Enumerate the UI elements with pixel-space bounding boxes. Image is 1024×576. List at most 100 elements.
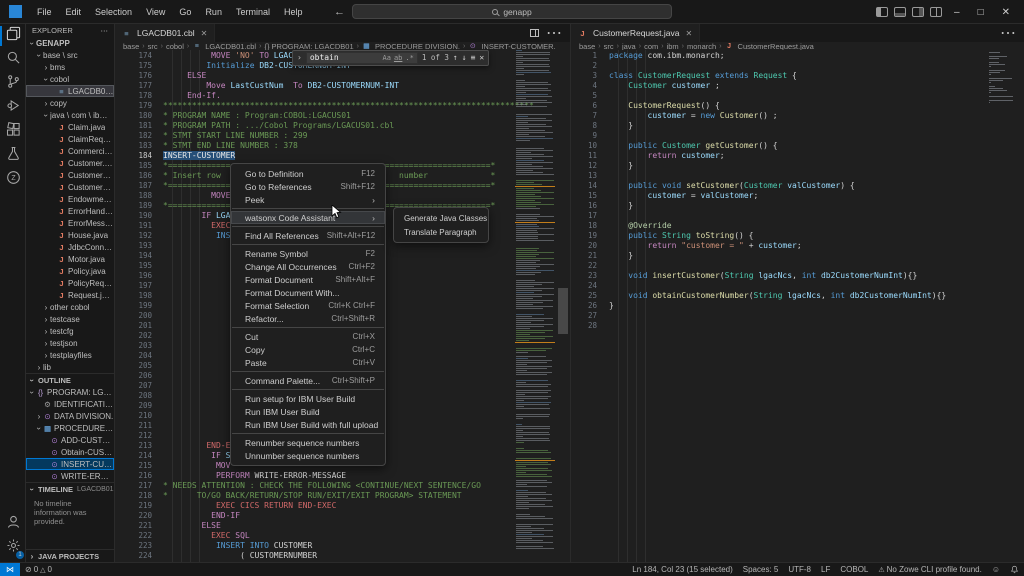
code-editor-java[interactable]: 1package com.ibm.monarch;23class Custome…	[571, 50, 1024, 562]
outline-item-add-customer[interactable]: ⊙ADD-CUSTOMER.	[26, 434, 114, 446]
tree-item-commercial-java[interactable]: JCommercial.java	[26, 145, 114, 157]
tree-item-errormessage-java[interactable]: JErrorMessage.java	[26, 217, 114, 229]
breadcrumb-item[interactable]: monarch	[687, 42, 716, 50]
regex-icon[interactable]: .*	[405, 53, 413, 63]
window-maximize-button[interactable]: □	[972, 7, 990, 18]
find-next-icon[interactable]: ↓	[462, 53, 467, 63]
breadcrumb-item[interactable]: ⊙INSERT-CUSTOMER.	[468, 42, 555, 50]
tree-item-policy-java[interactable]: JPolicy.java	[26, 265, 114, 277]
menu-selection[interactable]: Selection	[88, 4, 139, 20]
breadcrumb-item[interactable]: base	[579, 42, 595, 50]
status-cobol[interactable]: COBOL	[835, 565, 873, 574]
editor-more-actions-icon[interactable]: ⋯	[1000, 24, 1016, 43]
whole-word-icon[interactable]: ab	[394, 53, 402, 63]
match-case-icon[interactable]: Aa	[383, 53, 391, 63]
menu-run[interactable]: Run	[198, 4, 229, 20]
menu-item-renumber-sequence-numbers[interactable]: Renumber sequence numbers	[231, 436, 385, 449]
split-editor-icon[interactable]	[530, 29, 539, 37]
breadcrumb-item[interactable]: cobol	[166, 42, 184, 50]
status-bell-icon[interactable]	[1005, 565, 1024, 574]
status-no-zowe-cli-profile-foun[interactable]: ⚠No Zowe CLI profile found.	[873, 565, 986, 574]
search-input[interactable]: genapp	[352, 4, 672, 19]
tree-item-lib[interactable]: ›lib	[26, 361, 114, 373]
tree-item-motor-java[interactable]: JMotor.java	[26, 253, 114, 265]
remote-indicator[interactable]: ⋈	[0, 563, 20, 576]
breadcrumb-item[interactable]: ≡LGACDB01.cbl	[192, 42, 256, 50]
breadcrumb-item[interactable]: java	[622, 42, 636, 50]
nav-back-icon[interactable]: ←	[334, 6, 345, 18]
outline-item-identification[interactable]: ⚙IDENTIFICATION ...	[26, 398, 114, 410]
menu-item-go-to-references[interactable]: Go to ReferencesShift+F12	[231, 180, 385, 193]
toggle-panel-bottom-icon[interactable]	[894, 7, 906, 17]
menu-item-go-to-definition[interactable]: Go to DefinitionF12	[231, 167, 385, 180]
tab-close-icon[interactable]: ✕	[201, 29, 208, 38]
menu-help[interactable]: Help	[277, 4, 310, 20]
status-spaces-5[interactable]: Spaces: 5	[738, 565, 784, 574]
menu-file[interactable]: File	[30, 4, 59, 20]
minimap[interactable]	[988, 52, 1014, 122]
menu-item-change-all-occurrences[interactable]: Change All OccurrencesCtrl+F2	[231, 260, 385, 273]
breadcrumb-item[interactable]: {} PROGRAM: LGACDB01	[264, 42, 353, 50]
menu-view[interactable]: View	[139, 4, 172, 20]
tree-item-testjson[interactable]: ›testjson	[26, 337, 114, 349]
menu-item-copy[interactable]: CopyCtrl+C	[231, 343, 385, 356]
menu-item-command-palette[interactable]: Command Palette...Ctrl+Shift+P	[231, 374, 385, 387]
menu-item-run-setup-for-ibm-user-build[interactable]: Run setup for IBM User Build	[231, 392, 385, 405]
menu-item-run-ibm-user-build[interactable]: Run IBM User Build	[231, 405, 385, 418]
window-close-button[interactable]: ✕	[996, 7, 1016, 18]
tab-customerrequest[interactable]: J CustomerRequest.java ✕	[571, 24, 700, 42]
tree-item-customerrequest-j[interactable]: JCustomerRequest.j...	[26, 169, 114, 181]
tree-item-policyrequest-java[interactable]: JPolicyRequest.java	[26, 277, 114, 289]
menu-terminal[interactable]: Terminal	[229, 4, 277, 20]
tree-item-lgacdb01-cbl[interactable]: ≡LGACDB01.cbl	[26, 85, 114, 97]
breadcrumb-item[interactable]: src	[604, 42, 614, 50]
java-projects-section-header[interactable]: › JAVA PROJECTS	[26, 549, 114, 562]
menu-item-unnumber-sequence-numbers[interactable]: Unnumber sequence numbers	[231, 449, 385, 462]
scrollbar-thumb[interactable]	[558, 288, 568, 334]
menu-go[interactable]: Go	[172, 4, 198, 20]
tree-item-customersecure-ja[interactable]: JCustomerSecure.ja...	[26, 181, 114, 193]
menu-item-paste[interactable]: PasteCtrl+V	[231, 356, 385, 369]
tree-item-genapp[interactable]: ›GENAPP	[26, 37, 114, 49]
menu-edit[interactable]: Edit	[59, 4, 89, 20]
tree-item-cobol[interactable]: ›cobol	[26, 73, 114, 85]
tree-item-request-java[interactable]: JRequest.java	[26, 289, 114, 301]
submenu-item-translate-paragraph[interactable]: Translate Paragraph	[394, 225, 488, 239]
activitybar-run-debug[interactable]	[0, 96, 26, 120]
breadcrumb-item[interactable]: src	[148, 42, 158, 50]
breadcrumb-item[interactable]: ibm	[667, 42, 679, 50]
tree-item-copy[interactable]: ›copy	[26, 97, 114, 109]
menu-item-rename-symbol[interactable]: Rename SymbolF2	[231, 247, 385, 260]
find-prev-icon[interactable]: ↑	[453, 53, 458, 63]
activitybar-search[interactable]	[0, 48, 26, 72]
menu-item-cut[interactable]: CutCtrl+X	[231, 330, 385, 343]
tab-close-icon[interactable]: ✕	[685, 29, 692, 38]
tree-item-testcase[interactable]: ›testcase	[26, 313, 114, 325]
activitybar-settings[interactable]: 1	[0, 536, 26, 560]
tree-item-errorhandler-java[interactable]: JErrorHandler.java	[26, 205, 114, 217]
activitybar-zowe[interactable]: Z	[0, 168, 26, 192]
activitybar-source-control[interactable]	[0, 72, 26, 96]
activitybar-account[interactable]	[0, 512, 26, 536]
tree-item-bms[interactable]: ›bms	[26, 61, 114, 73]
submenu-item-generate-java-classes[interactable]: Generate Java Classes	[394, 211, 488, 225]
status-utf-8[interactable]: UTF-8	[783, 565, 816, 574]
problems-indicator[interactable]: ⊘ 0 △ 0	[20, 565, 57, 574]
status-feedback-icon[interactable]: ☺	[987, 565, 1005, 574]
menu-item-refactor[interactable]: Refactor...Ctrl+Shift+R	[231, 312, 385, 325]
explorer-more-icon[interactable]: ⋯	[101, 26, 109, 35]
breadcrumb-item[interactable]: base	[123, 42, 139, 50]
toggle-panel-right-icon[interactable]	[912, 7, 924, 17]
customize-layout-icon[interactable]	[930, 7, 942, 17]
menu-item-format-selection[interactable]: Format SelectionCtrl+K Ctrl+F	[231, 299, 385, 312]
tree-item-testcfg[interactable]: ›testcfg	[26, 325, 114, 337]
find-input[interactable]: obtain Aa ab .*	[306, 52, 418, 64]
toggle-panel-left-icon[interactable]	[876, 7, 888, 17]
breadcrumb-item[interactable]: JCustomerRequest.java	[725, 42, 814, 50]
tree-item-endowment-java[interactable]: JEndowment.java	[26, 193, 114, 205]
menu-item-peek[interactable]: Peek›	[231, 193, 385, 206]
breadcrumb-item[interactable]: com	[644, 42, 658, 50]
status-lf[interactable]: LF	[816, 565, 835, 574]
outline-item-obtain-custo[interactable]: ⊙Obtain-CUSTO...	[26, 446, 114, 458]
find-close-icon[interactable]: ✕	[479, 53, 484, 63]
